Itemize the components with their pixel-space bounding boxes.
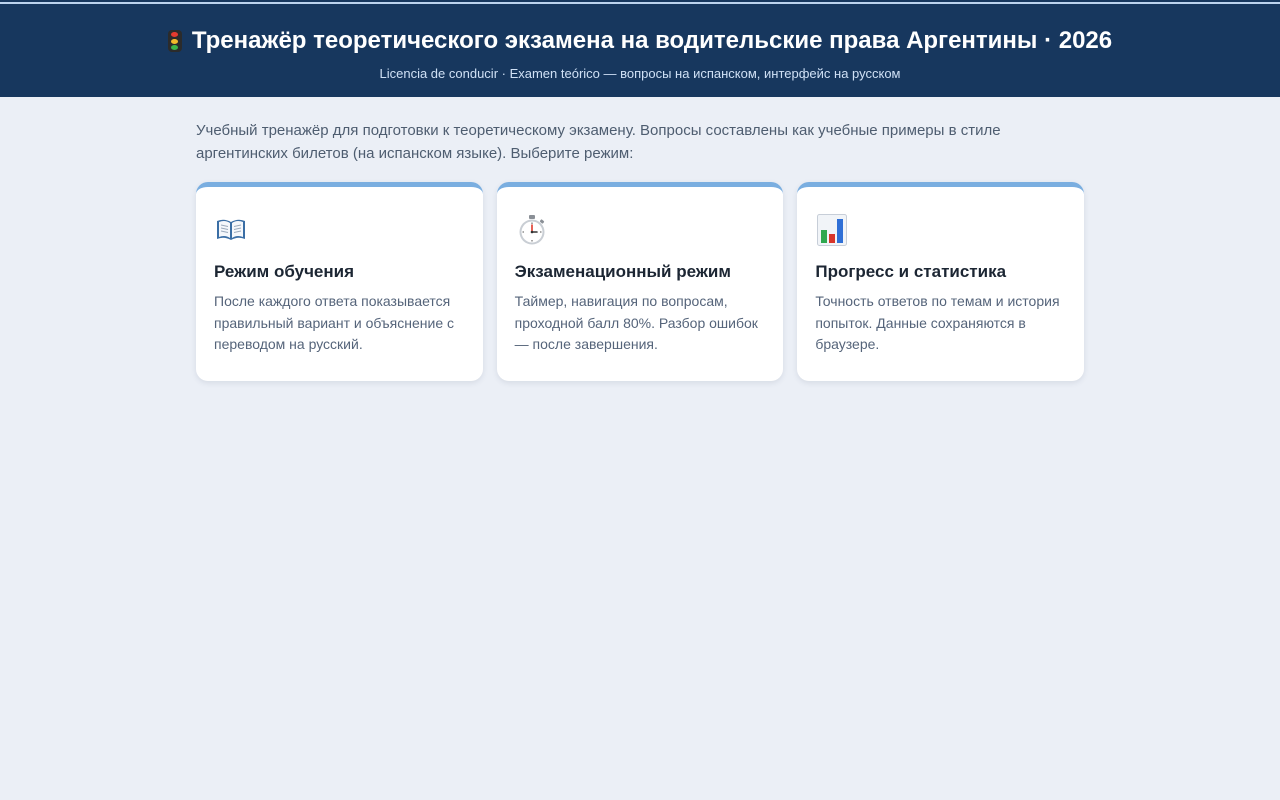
page-title: Тренажёр теоретического экзамена на води… — [191, 27, 1113, 54]
title-row: Тренажёр теоретического экзамена на води… — [0, 26, 1280, 56]
study-mode-card[interactable]: Режим обучения После каждого ответа пока… — [196, 182, 483, 381]
card-description: Точность ответов по темам и история попы… — [815, 293, 1060, 352]
progress-card[interactable]: Прогресс и статистика Точность ответов п… — [797, 182, 1085, 381]
card-description: После каждого ответа показывается правил… — [214, 293, 454, 352]
card-title: Экзаменационный режим — [514, 262, 731, 281]
exam-mode-card[interactable]: Экзаменационный режим Таймер, навигация … — [496, 182, 784, 381]
stopwatch-icon — [515, 213, 549, 247]
page-header: Тренажёр теоретического экзамена на води… — [0, 6, 1280, 97]
card-description: Таймер, навигация по вопросам, проходной… — [514, 293, 758, 352]
main-content: Учебный тренажёр для подготовки к теорет… — [196, 97, 1085, 381]
mode-cards: Режим обучения После каждого ответа пока… — [196, 182, 1085, 381]
card-title: Прогресс и статистика — [815, 262, 1007, 281]
open-book-icon — [214, 213, 248, 247]
intro-text: Учебный тренажёр для подготовки к теорет… — [196, 122, 1001, 162]
traffic-light-icon — [167, 30, 182, 52]
page-subtitle: Licencia de conducir · Examen teórico — … — [379, 66, 901, 81]
bar-chart-icon — [815, 213, 849, 247]
card-title: Режим обучения — [214, 262, 355, 281]
